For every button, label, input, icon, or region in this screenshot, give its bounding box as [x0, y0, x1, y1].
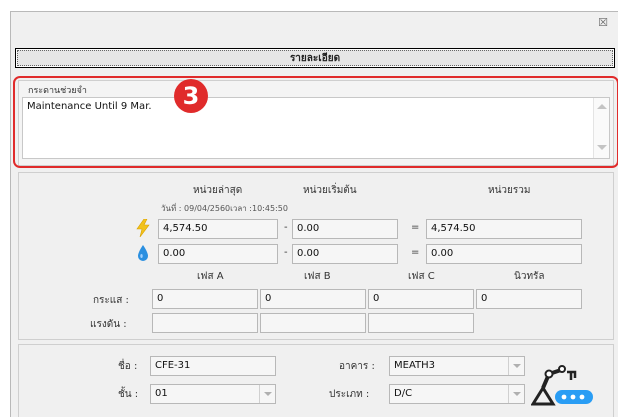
voltage-b-field[interactable]: [260, 313, 366, 333]
current-c-field[interactable]: 0: [368, 289, 474, 309]
energy-start-field[interactable]: 0.00: [292, 219, 398, 239]
voltage-label: แรงดัน :: [90, 319, 127, 330]
chevron-down-icon[interactable]: [259, 385, 275, 403]
phase-a-label: เฟส A: [197, 271, 224, 282]
water-latest-field[interactable]: 0.00: [158, 244, 278, 264]
energy-latest-field[interactable]: 4,574.50: [158, 219, 278, 239]
energy-total-field[interactable]: 4,574.50: [426, 219, 582, 239]
water-total-field[interactable]: 0.00: [426, 244, 582, 264]
floor-label: ชั้น :: [118, 389, 139, 400]
type-label: ประเภท :: [329, 389, 370, 400]
building-label: อาคาร :: [339, 361, 375, 372]
current-label: กระแส :: [93, 295, 129, 306]
name-label: ชื่อ :: [118, 361, 138, 372]
chevron-down-icon[interactable]: [508, 357, 524, 375]
col-latest-label: หน่วยล่าสุด: [193, 185, 243, 196]
timestamp: วันที่ : 09/04/2560เวลา :10:45:50: [161, 204, 288, 213]
building-select[interactable]: MEATH3: [389, 356, 525, 376]
current-n-field[interactable]: 0: [476, 289, 582, 309]
phase-b-label: เฟส B: [304, 271, 331, 282]
col-start-label: หน่วยเริ่มต้น: [303, 185, 357, 196]
col-total-label: หน่วยรวม: [488, 185, 531, 196]
detail-title: รายละเอียด: [17, 50, 613, 66]
meter-group: หน่วยล่าสุด หน่วยเริ่มต้น หน่วยรวม วันที…: [18, 172, 614, 340]
name-field[interactable]: CFE-31: [150, 356, 276, 376]
equals-sign: =: [411, 222, 420, 233]
water-drop-icon: [138, 245, 148, 261]
type-select[interactable]: D/C: [389, 384, 525, 404]
neutral-label: นิวทรัล: [514, 271, 545, 282]
current-b-field[interactable]: 0: [260, 289, 366, 309]
lightning-icon: [136, 219, 150, 237]
current-a-field[interactable]: 0: [152, 289, 258, 309]
floor-select[interactable]: 01: [150, 384, 276, 404]
chevron-down-icon[interactable]: [508, 385, 524, 403]
building-value: MEATH3: [394, 360, 436, 371]
step-badge: 3: [174, 79, 208, 113]
info-group: ชื่อ : CFE-31 อาคาร : MEATH3 ชั้น : 01 ป…: [18, 344, 614, 417]
memo-highlight: [13, 76, 618, 168]
phase-c-label: เฟส C: [408, 271, 435, 282]
floor-value: 01: [155, 388, 168, 399]
detail-header: รายละเอียด: [15, 48, 615, 68]
water-start-field[interactable]: 0.00: [292, 244, 398, 264]
minus-sign: -: [284, 222, 288, 233]
equals-sign: =: [411, 247, 420, 258]
type-value: D/C: [394, 388, 413, 399]
minus-sign: -: [284, 247, 288, 258]
close-icon[interactable]: ☒: [598, 16, 608, 29]
voltage-a-field[interactable]: [152, 313, 258, 333]
detail-window: ☒ รายละเอียด กระดานช่วยจำ Maintenance Un…: [10, 11, 618, 417]
device-icon: [531, 365, 593, 406]
voltage-c-field[interactable]: [368, 313, 474, 333]
